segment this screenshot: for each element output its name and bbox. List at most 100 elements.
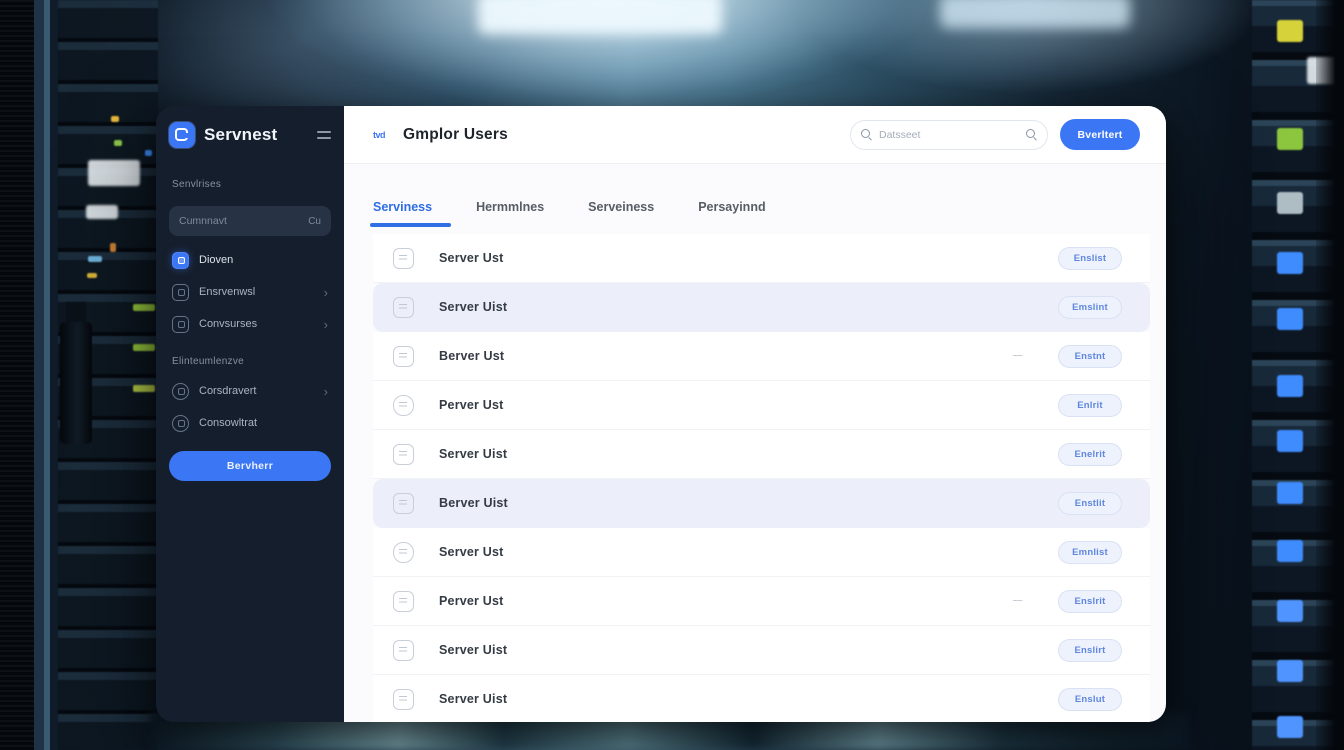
server-name: Perver Ust bbox=[439, 398, 504, 412]
ceiling-light bbox=[478, 0, 722, 34]
square-icon bbox=[172, 382, 189, 400]
sidebar-item-label: Corsdravert bbox=[199, 385, 257, 397]
led-blue bbox=[1277, 540, 1303, 562]
header-primary-button[interactable]: Bverltert bbox=[1060, 119, 1140, 150]
table-row[interactable]: Server Ust Enslist bbox=[373, 234, 1150, 283]
sidebar-search-input[interactable]: Cumnnavt Cu bbox=[169, 206, 331, 236]
sidebar-item-consowltrat[interactable]: Consowltrat bbox=[169, 407, 331, 439]
led-blue bbox=[1277, 716, 1303, 738]
row-action-button[interactable]: Enlrit bbox=[1058, 393, 1122, 417]
main-content: Serviness Hermmlnes Serveiness Persayinn… bbox=[344, 164, 1166, 722]
app-window: Servnest Senvlrises Cumnnavt Cu Dioven E… bbox=[156, 106, 1166, 722]
server-icon bbox=[393, 443, 414, 465]
led-blue bbox=[88, 256, 102, 262]
table-row[interactable]: Server Uist Emslint bbox=[373, 283, 1150, 332]
led-yellow bbox=[87, 273, 97, 278]
row-action-button[interactable]: Enstlit bbox=[1058, 491, 1122, 515]
sidebar-item-label: Convsurses bbox=[199, 318, 258, 330]
chevron-right-icon: › bbox=[323, 284, 328, 300]
server-name: Server Uist bbox=[439, 447, 508, 461]
table-row[interactable]: Server Uist Enslut bbox=[373, 675, 1150, 722]
page-title: Gmplor Users bbox=[403, 125, 508, 143]
sidebar-item-ensrvenwsl[interactable]: Ensrvenwsl › bbox=[169, 276, 331, 308]
server-name: Berver Uist bbox=[439, 496, 508, 510]
sidebar-primary-button[interactable]: Bervherr bbox=[169, 451, 331, 481]
tab-label: Serviness bbox=[373, 200, 433, 214]
rack-label bbox=[88, 160, 140, 186]
server-icon bbox=[393, 590, 414, 612]
led-blue bbox=[145, 150, 152, 156]
table-row[interactable]: Server Ust Emnlist bbox=[373, 528, 1150, 577]
server-name: Server Uist bbox=[439, 692, 508, 706]
led-green-strip bbox=[133, 304, 155, 311]
table-row[interactable]: Berver Ust ~~ Enstnt bbox=[373, 332, 1150, 381]
led-gray bbox=[1277, 192, 1303, 214]
hamburger-icon[interactable] bbox=[317, 131, 331, 139]
led-blue bbox=[1277, 482, 1303, 504]
server-icon bbox=[393, 247, 414, 269]
ceiling-light bbox=[940, 0, 1130, 28]
server-icon bbox=[393, 541, 414, 563]
active-tab-underline bbox=[370, 223, 451, 227]
led-blue bbox=[1277, 308, 1303, 330]
sidebar-item-convsurses[interactable]: Convsurses › bbox=[169, 308, 331, 340]
server-list: Server Ust Enslist Server Uist Emslint B… bbox=[373, 234, 1150, 722]
table-row[interactable]: Server Uist Enelrit bbox=[373, 430, 1150, 479]
logo-icon bbox=[169, 122, 195, 148]
logo-notch bbox=[186, 133, 192, 138]
sidebar-item-label: Ensrvenwsl bbox=[199, 286, 256, 298]
server-name: Server Uist bbox=[439, 300, 508, 314]
table-row[interactable]: Berver Uist Enstlit bbox=[373, 479, 1150, 528]
sidebar-item-corsdravert[interactable]: Corsdravert › bbox=[169, 375, 331, 407]
row-action-button[interactable]: Enelrit bbox=[1058, 442, 1122, 466]
square-icon bbox=[172, 315, 189, 333]
row-action-button[interactable]: Emslint bbox=[1058, 295, 1122, 319]
server-icon bbox=[393, 639, 414, 661]
server-icon bbox=[393, 345, 414, 367]
logo: Servnest bbox=[169, 121, 331, 149]
tab-hermmlnes[interactable]: Hermmlnes bbox=[476, 200, 544, 224]
sidebar-item-label: Consowltrat bbox=[199, 417, 258, 429]
sidebar-item-dioven[interactable]: Dioven bbox=[169, 244, 331, 276]
search-icon bbox=[1026, 129, 1037, 140]
row-action-button[interactable]: Enslut bbox=[1058, 687, 1122, 711]
tab-label: Persayinnd bbox=[698, 200, 766, 214]
header-glyph-icon[interactable]: tvd bbox=[373, 130, 386, 140]
server-name: Server Ust bbox=[439, 545, 504, 559]
table-row[interactable]: Perver Ust Enlrit bbox=[373, 381, 1150, 430]
sidebar-search-placeholder: Cumnnavt bbox=[179, 215, 227, 227]
led-blue bbox=[1277, 430, 1303, 452]
led-green bbox=[114, 140, 122, 146]
row-note: ~~ bbox=[1012, 595, 1023, 607]
right-rack-edge bbox=[1316, 0, 1344, 750]
sidebar-item-label: Dioven bbox=[199, 254, 234, 266]
tab-serviness[interactable]: Serviness bbox=[370, 200, 451, 227]
sidebar-nav: Dioven Ensrvenwsl › Convsurses › bbox=[169, 244, 331, 340]
led-orange bbox=[110, 243, 116, 252]
led-blue bbox=[1277, 600, 1303, 622]
square-icon bbox=[172, 414, 189, 432]
main-header: tvd Gmplor Users Datsseet Bverltert bbox=[344, 106, 1166, 164]
server-name: Server Ust bbox=[439, 251, 504, 265]
led-blue bbox=[1277, 660, 1303, 682]
header-search-input[interactable]: Datsseet bbox=[850, 119, 1048, 150]
sidebar-section-label: Elinteumlenzve bbox=[172, 356, 245, 367]
header-search-placeholder: Datsseet bbox=[879, 128, 921, 141]
row-action-button[interactable]: Emnlist bbox=[1058, 540, 1122, 564]
sidebar-section-label: Senvlrises bbox=[172, 179, 222, 190]
tab-persayinnd[interactable]: Persayinnd bbox=[698, 200, 765, 224]
led-yellow bbox=[1277, 20, 1303, 42]
left-rack-vents bbox=[0, 0, 34, 750]
led-yellow bbox=[111, 116, 119, 122]
logo-text: Servnest bbox=[204, 125, 278, 144]
led-blue bbox=[1277, 252, 1303, 274]
row-action-button[interactable]: Enslrit bbox=[1058, 589, 1122, 613]
sidebar-search-hint: Cu bbox=[308, 215, 321, 227]
row-action-button[interactable]: Enstnt bbox=[1058, 344, 1122, 368]
tab-serveiness[interactable]: Serveiness bbox=[588, 200, 654, 224]
table-row[interactable]: Perver Ust ~~ Enslrit bbox=[373, 577, 1150, 626]
table-row[interactable]: Server Uist Enslirt bbox=[373, 626, 1150, 675]
rack-label bbox=[86, 205, 118, 219]
row-action-button[interactable]: Enslist bbox=[1058, 246, 1122, 270]
row-action-button[interactable]: Enslirt bbox=[1058, 638, 1122, 662]
